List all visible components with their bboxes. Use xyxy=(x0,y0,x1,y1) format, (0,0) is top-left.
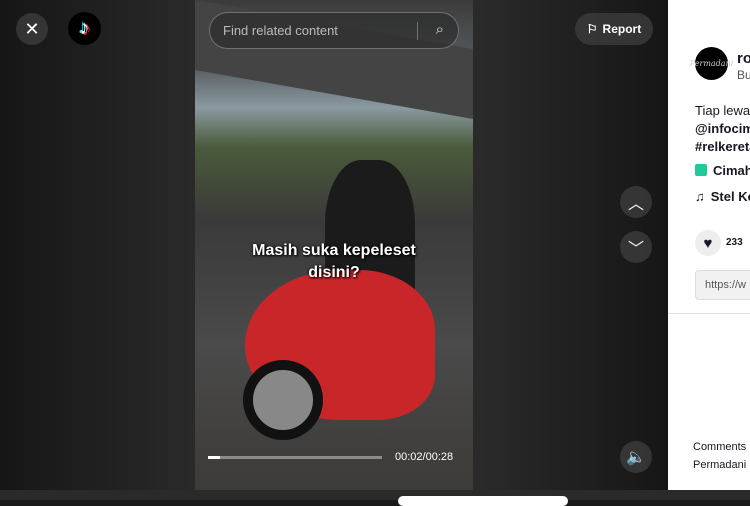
username[interactable]: ro xyxy=(737,50,750,67)
details-panel: Permadani ro Bu Tiap lewa @infocim #relk… xyxy=(668,0,750,490)
divider xyxy=(668,313,750,314)
chevron-up-icon: ︿ xyxy=(627,196,644,213)
previous-video-button[interactable]: ︿ xyxy=(620,186,652,218)
music-label: Stel Ke xyxy=(710,189,750,204)
mention-link[interactable]: @infocim xyxy=(695,121,750,136)
search-placeholder: Find related content xyxy=(223,23,338,38)
like-count: 233 xyxy=(726,237,743,248)
caption-line-1: Masih suka kepeleset xyxy=(252,242,416,259)
music-link[interactable]: ♫ Stel Ke xyxy=(695,189,750,204)
bottom-pill xyxy=(398,496,568,506)
progress-fill xyxy=(208,456,221,459)
heart-icon: ♥ xyxy=(703,234,713,252)
close-icon: ✕ xyxy=(24,18,40,39)
avatar[interactable]: Permadani xyxy=(690,47,733,80)
comment-author[interactable]: Permadani xyxy=(693,459,746,471)
video-frame-wheel xyxy=(243,360,323,440)
speaker-icon: 🔈 xyxy=(626,449,646,466)
user-subname: Bu xyxy=(737,68,750,82)
close-button[interactable]: ✕ xyxy=(16,13,48,45)
search-icon[interactable]: ⌕ xyxy=(436,21,444,38)
location-label: Cimah xyxy=(713,163,750,178)
bottom-bar xyxy=(0,490,750,506)
search-divider xyxy=(417,22,418,40)
hashtag-link[interactable]: #relkereta xyxy=(695,139,750,154)
report-button[interactable]: ⚐ Report xyxy=(575,13,653,45)
tiktok-logo[interactable]: ♪ xyxy=(68,12,101,45)
video-progress-bar[interactable] xyxy=(208,456,382,459)
description: Tiap lewa xyxy=(695,103,750,118)
copy-link-field[interactable]: https://w xyxy=(695,270,750,300)
video-caption: Masih suka kepeleset disini? xyxy=(195,240,473,284)
caption-line-2: disini? xyxy=(308,264,360,281)
link-text: https://w xyxy=(705,279,746,291)
search-input[interactable]: Find related content ⌕ xyxy=(209,12,459,49)
music-note-icon: ♫ xyxy=(695,189,705,204)
flag-icon: ⚐ xyxy=(586,22,598,36)
volume-button[interactable]: 🔈 xyxy=(620,441,652,473)
video-player[interactable]: Masih suka kepeleset disini? 00:02/00:28 xyxy=(195,0,473,490)
like-button[interactable]: ♥ xyxy=(695,230,721,256)
video-time: 00:02/00:28 xyxy=(395,451,454,463)
location-icon xyxy=(695,164,707,176)
comments-tab[interactable]: Comments xyxy=(693,441,746,453)
next-video-button[interactable]: ﹀ xyxy=(620,231,652,263)
location-link[interactable]: Cimah xyxy=(695,163,750,178)
report-label: Report xyxy=(602,22,642,36)
chevron-down-icon: ﹀ xyxy=(627,241,644,258)
